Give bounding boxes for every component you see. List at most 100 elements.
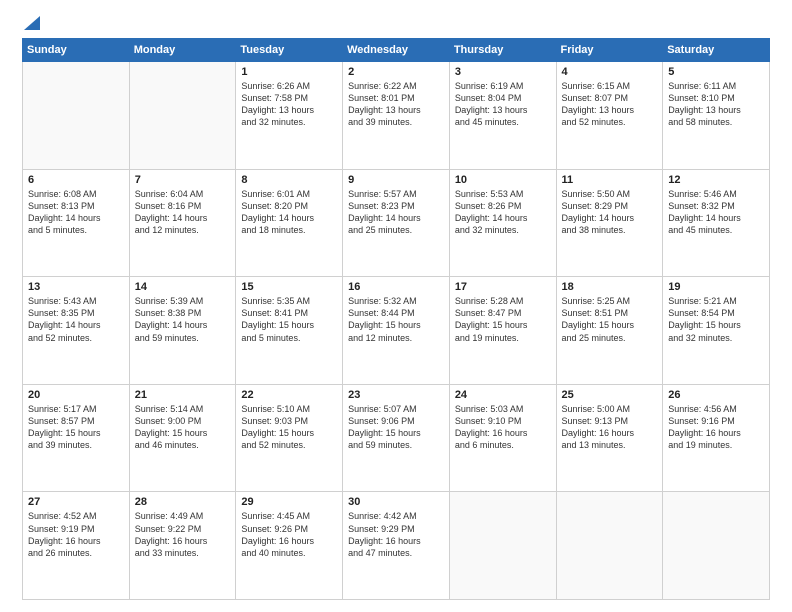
- day-info: Sunrise: 4:56 AM Sunset: 9:16 PM Dayligh…: [668, 403, 764, 452]
- calendar-week-4: 27 Sunrise: 4:52 AM Sunset: 9:19 PM Dayli…: [23, 492, 770, 600]
- day-info: Sunrise: 5:46 AM Sunset: 8:32 PM Dayligh…: [668, 188, 764, 237]
- day-number: 28: [135, 496, 231, 508]
- day-number: 12: [668, 174, 764, 186]
- calendar-cell: 14 Sunrise: 5:39 AM Sunset: 8:38 PM Dayli…: [129, 277, 236, 385]
- calendar-table: SundayMondayTuesdayWednesdayThursdayFrid…: [22, 38, 770, 600]
- day-number: 9: [348, 174, 444, 186]
- calendar-cell: 20Sunrise: 5:17 AM Sunset: 8:57 PM Dayli…: [23, 384, 130, 492]
- day-info: Sunrise: 5:53 AM Sunset: 8:26 PM Dayligh…: [455, 188, 551, 237]
- day-info: Sunrise: 5:32 AM Sunset: 8:44 PM Dayligh…: [348, 295, 444, 344]
- calendar-cell: 8 Sunrise: 6:01 AM Sunset: 8:20 PM Daylig…: [236, 169, 343, 277]
- calendar-cell: 11 Sunrise: 5:50 AM Sunset: 8:29 PM Dayli…: [556, 169, 663, 277]
- day-info: Sunrise: 4:42 AM Sunset: 9:29 PM Dayligh…: [348, 510, 444, 559]
- day-info: Sunrise: 4:45 AM Sunset: 9:26 PM Dayligh…: [241, 510, 337, 559]
- day-number: 29: [241, 496, 337, 508]
- calendar-cell: 19 Sunrise: 5:21 AM Sunset: 8:54 PM Dayli…: [663, 277, 770, 385]
- calendar-cell: [449, 492, 556, 600]
- day-info: Sunrise: 6:04 AM Sunset: 8:16 PM Dayligh…: [135, 188, 231, 237]
- calendar-cell: 29 Sunrise: 4:45 AM Sunset: 9:26 PM Dayli…: [236, 492, 343, 600]
- page: SundayMondayTuesdayWednesdayThursdayFrid…: [0, 0, 792, 612]
- day-info: Sunrise: 5:57 AM Sunset: 8:23 PM Dayligh…: [348, 188, 444, 237]
- day-number: 14: [135, 281, 231, 293]
- day-info: Sunrise: 6:15 AM Sunset: 8:07 PM Dayligh…: [562, 80, 658, 129]
- calendar-cell: 27 Sunrise: 4:52 AM Sunset: 9:19 PM Dayli…: [23, 492, 130, 600]
- day-info: Sunrise: 6:11 AM Sunset: 8:10 PM Dayligh…: [668, 80, 764, 129]
- calendar-cell: 12 Sunrise: 5:46 AM Sunset: 8:32 PM Dayli…: [663, 169, 770, 277]
- day-number: 22: [241, 389, 337, 401]
- day-info: Sunrise: 6:22 AM Sunset: 8:01 PM Dayligh…: [348, 80, 444, 129]
- calendar-cell: 1 Sunrise: 6:26 AM Sunset: 7:58 PM Daylig…: [236, 62, 343, 170]
- weekday-header-wednesday: Wednesday: [343, 39, 450, 62]
- day-number: 10: [455, 174, 551, 186]
- day-number: 7: [135, 174, 231, 186]
- calendar-cell: 16 Sunrise: 5:32 AM Sunset: 8:44 PM Dayli…: [343, 277, 450, 385]
- day-info: Sunrise: 5:39 AM Sunset: 8:38 PM Dayligh…: [135, 295, 231, 344]
- calendar-cell: 21Sunrise: 5:14 AM Sunset: 9:00 PM Dayli…: [129, 384, 236, 492]
- calendar-cell: 6 Sunrise: 6:08 AM Sunset: 8:13 PM Daylig…: [23, 169, 130, 277]
- calendar-cell: 28 Sunrise: 4:49 AM Sunset: 9:22 PM Dayli…: [129, 492, 236, 600]
- weekday-header-sunday: Sunday: [23, 39, 130, 62]
- calendar-cell: 7 Sunrise: 6:04 AM Sunset: 8:16 PM Daylig…: [129, 169, 236, 277]
- calendar-cell: 3 Sunrise: 6:19 AM Sunset: 8:04 PM Daylig…: [449, 62, 556, 170]
- day-number: 8: [241, 174, 337, 186]
- day-number: 11: [562, 174, 658, 186]
- calendar-cell: 22 Sunrise: 5:10 AM Sunset: 9:03 PM Dayli…: [236, 384, 343, 492]
- day-number: 3: [455, 66, 551, 78]
- weekday-header-tuesday: Tuesday: [236, 39, 343, 62]
- calendar-cell: 17 Sunrise: 5:28 AM Sunset: 8:47 PM Dayli…: [449, 277, 556, 385]
- calendar-cell: 4Sunrise: 6:15 AM Sunset: 8:07 PM Daylig…: [556, 62, 663, 170]
- weekday-header-row: SundayMondayTuesdayWednesdayThursdayFrid…: [23, 39, 770, 62]
- day-number: 30: [348, 496, 444, 508]
- day-number: 13: [28, 281, 124, 293]
- day-info: Sunrise: 6:01 AM Sunset: 8:20 PM Dayligh…: [241, 188, 337, 237]
- calendar-cell: 23 Sunrise: 5:07 AM Sunset: 9:06 PM Dayli…: [343, 384, 450, 492]
- day-info: Sunrise: 6:08 AM Sunset: 8:13 PM Dayligh…: [28, 188, 124, 237]
- day-number: 26: [668, 389, 764, 401]
- day-info: Sunrise: 5:00 AM Sunset: 9:13 PM Dayligh…: [562, 403, 658, 452]
- day-info: Sunrise: 5:25 AM Sunset: 8:51 PM Dayligh…: [562, 295, 658, 344]
- calendar-cell: [23, 62, 130, 170]
- day-info: Sunrise: 5:21 AM Sunset: 8:54 PM Dayligh…: [668, 295, 764, 344]
- day-number: 1: [241, 66, 337, 78]
- calendar-week-2: 13Sunrise: 5:43 AM Sunset: 8:35 PM Dayli…: [23, 277, 770, 385]
- calendar-cell: 24 Sunrise: 5:03 AM Sunset: 9:10 PM Dayli…: [449, 384, 556, 492]
- day-info: Sunrise: 5:17 AM Sunset: 8:57 PM Dayligh…: [28, 403, 124, 452]
- logo: [22, 18, 40, 28]
- weekday-header-friday: Friday: [556, 39, 663, 62]
- day-info: Sunrise: 5:14 AM Sunset: 9:00 PM Dayligh…: [135, 403, 231, 452]
- day-number: 16: [348, 281, 444, 293]
- day-number: 25: [562, 389, 658, 401]
- day-info: Sunrise: 6:19 AM Sunset: 8:04 PM Dayligh…: [455, 80, 551, 129]
- calendar-cell: 30 Sunrise: 4:42 AM Sunset: 9:29 PM Dayli…: [343, 492, 450, 600]
- day-number: 2: [348, 66, 444, 78]
- day-info: Sunrise: 5:35 AM Sunset: 8:41 PM Dayligh…: [241, 295, 337, 344]
- calendar-week-1: 6 Sunrise: 6:08 AM Sunset: 8:13 PM Daylig…: [23, 169, 770, 277]
- day-info: Sunrise: 5:10 AM Sunset: 9:03 PM Dayligh…: [241, 403, 337, 452]
- calendar-cell: 10 Sunrise: 5:53 AM Sunset: 8:26 PM Dayli…: [449, 169, 556, 277]
- header: [22, 18, 770, 28]
- day-info: Sunrise: 5:28 AM Sunset: 8:47 PM Dayligh…: [455, 295, 551, 344]
- calendar-cell: 25 Sunrise: 5:00 AM Sunset: 9:13 PM Dayli…: [556, 384, 663, 492]
- day-info: Sunrise: 5:03 AM Sunset: 9:10 PM Dayligh…: [455, 403, 551, 452]
- calendar-cell: 5Sunrise: 6:11 AM Sunset: 8:10 PM Daylig…: [663, 62, 770, 170]
- calendar-cell: 15Sunrise: 5:35 AM Sunset: 8:41 PM Dayli…: [236, 277, 343, 385]
- day-info: Sunrise: 4:52 AM Sunset: 9:19 PM Dayligh…: [28, 510, 124, 559]
- day-number: 18: [562, 281, 658, 293]
- calendar-cell: 18 Sunrise: 5:25 AM Sunset: 8:51 PM Dayli…: [556, 277, 663, 385]
- day-info: Sunrise: 6:26 AM Sunset: 7:58 PM Dayligh…: [241, 80, 337, 129]
- day-number: 23: [348, 389, 444, 401]
- day-number: 27: [28, 496, 124, 508]
- day-info: Sunrise: 5:07 AM Sunset: 9:06 PM Dayligh…: [348, 403, 444, 452]
- day-number: 19: [668, 281, 764, 293]
- day-number: 6: [28, 174, 124, 186]
- calendar-cell: 9 Sunrise: 5:57 AM Sunset: 8:23 PM Daylig…: [343, 169, 450, 277]
- day-info: Sunrise: 4:49 AM Sunset: 9:22 PM Dayligh…: [135, 510, 231, 559]
- day-number: 17: [455, 281, 551, 293]
- weekday-header-saturday: Saturday: [663, 39, 770, 62]
- weekday-header-monday: Monday: [129, 39, 236, 62]
- weekday-header-thursday: Thursday: [449, 39, 556, 62]
- calendar-cell: 13Sunrise: 5:43 AM Sunset: 8:35 PM Dayli…: [23, 277, 130, 385]
- day-info: Sunrise: 5:50 AM Sunset: 8:29 PM Dayligh…: [562, 188, 658, 237]
- calendar-cell: [556, 492, 663, 600]
- day-number: 24: [455, 389, 551, 401]
